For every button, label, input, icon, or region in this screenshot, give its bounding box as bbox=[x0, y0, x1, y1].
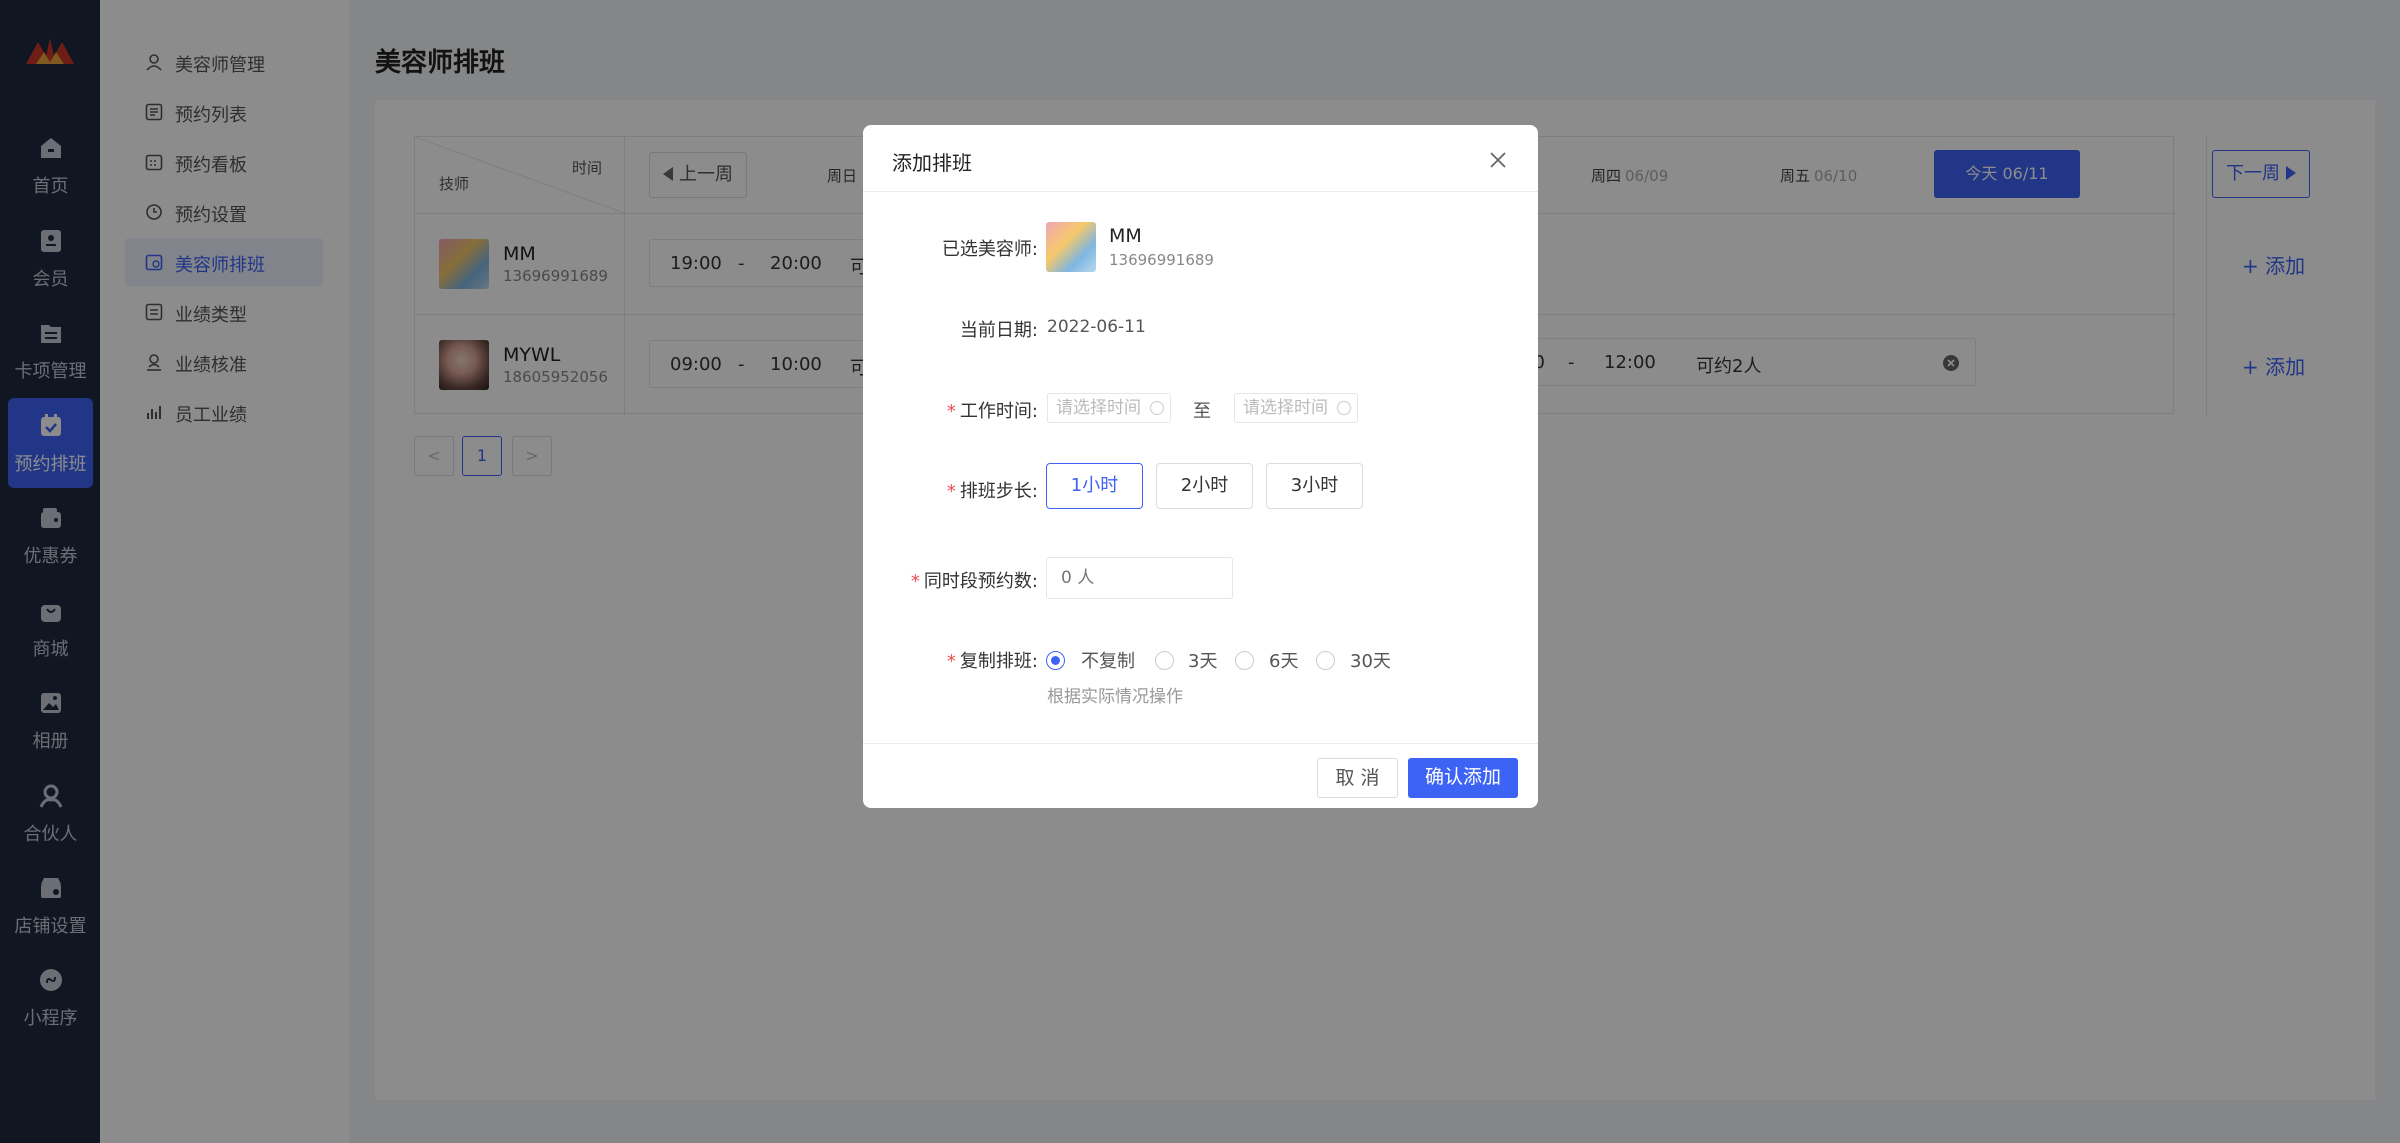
required-mark: * bbox=[946, 401, 956, 422]
worktime-start-input[interactable]: 请选择时间 bbox=[1047, 393, 1171, 423]
date-value: 2022-06-11 bbox=[1047, 317, 1146, 337]
worktime-end-input[interactable]: 请选择时间 bbox=[1234, 393, 1358, 423]
concurrent-input[interactable]: 0 人 bbox=[1046, 557, 1233, 599]
step-option-1h[interactable]: 1小时 bbox=[1046, 463, 1143, 509]
copy-radio-6d[interactable] bbox=[1235, 651, 1254, 670]
copy-option-label: 6天 bbox=[1269, 651, 1299, 672]
step-option-3h[interactable]: 3小时 bbox=[1266, 463, 1363, 509]
clock-icon bbox=[1337, 401, 1351, 415]
stylist-name: MM bbox=[1109, 225, 1142, 247]
step-label-text: 排班步长: bbox=[959, 481, 1038, 502]
copy-radio-none[interactable] bbox=[1046, 651, 1065, 670]
copy-radio-30d[interactable] bbox=[1316, 651, 1335, 670]
copy-option-label: 3天 bbox=[1188, 651, 1218, 672]
worktime-label: * 工作时间: bbox=[947, 397, 1038, 423]
confirm-add-button[interactable]: 确认添加 bbox=[1408, 758, 1518, 798]
worktime-to: 至 bbox=[1193, 401, 1211, 422]
copy-label-text: 复制排班: bbox=[959, 651, 1038, 672]
worktime-label-text: 工作时间: bbox=[959, 401, 1038, 422]
copy-hint: 根据实际情况操作 bbox=[1047, 687, 1183, 707]
stylist-avatar bbox=[1046, 222, 1096, 272]
stylist-phone: 13696991689 bbox=[1109, 251, 1214, 269]
copy-label: * 复制排班: bbox=[947, 647, 1038, 673]
required-mark: * bbox=[946, 651, 956, 672]
worktime-start-placeholder: 请选择时间 bbox=[1056, 398, 1141, 418]
concurrent-label-text: 同时段预约数: bbox=[923, 571, 1038, 592]
date-label: 当前日期: bbox=[959, 320, 1038, 341]
copy-option-label: 30天 bbox=[1350, 651, 1391, 672]
worktime-end-placeholder: 请选择时间 bbox=[1243, 398, 1328, 418]
add-schedule-dialog: 添加排班 已选美容师: MM 13696991689 当前日期: 2022-06… bbox=[863, 125, 1538, 808]
step-option-2h[interactable]: 2小时 bbox=[1156, 463, 1253, 509]
cancel-button[interactable]: 取 消 bbox=[1317, 758, 1398, 798]
dialog-title: 添加排班 bbox=[892, 151, 972, 175]
step-label: * 排班步长: bbox=[947, 477, 1038, 503]
clock-icon bbox=[1150, 401, 1164, 415]
copy-option-label: 不复制 bbox=[1081, 651, 1135, 672]
concurrent-label: * 同时段预约数: bbox=[911, 567, 1038, 593]
required-mark: * bbox=[946, 481, 956, 502]
copy-radio-3d[interactable] bbox=[1155, 651, 1174, 670]
close-icon[interactable] bbox=[1487, 149, 1509, 171]
required-mark: * bbox=[910, 571, 920, 592]
stylist-label: 已选美容师: bbox=[941, 239, 1038, 260]
